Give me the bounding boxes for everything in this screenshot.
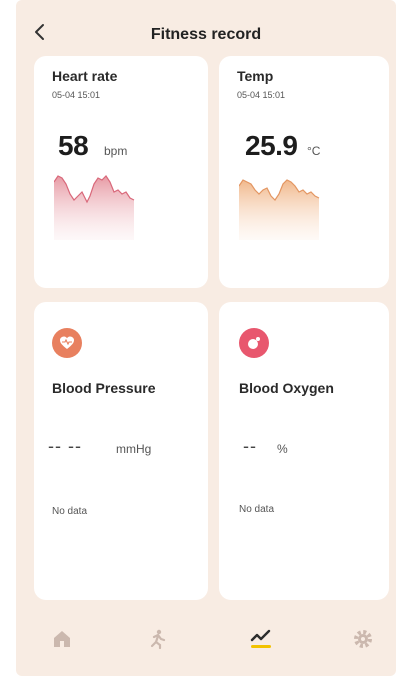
blood-pressure-unit: mmHg (116, 442, 152, 456)
blood-pressure-icon (52, 328, 82, 358)
temp-value: 25.9 (245, 130, 298, 161)
blood-pressure-title: Blood Pressure (52, 380, 156, 396)
nav-settings[interactable] (346, 622, 380, 656)
blood-oxygen-unit: % (277, 442, 288, 456)
home-icon (54, 631, 70, 647)
heart-rate-card[interactable]: Heart rate 05-04 15:01 58 bpm (34, 56, 208, 288)
heart-rate-value: 58 (58, 130, 89, 161)
temp-time: 05-04 15:01 (237, 90, 286, 100)
activity-icon (150, 629, 166, 650)
settings-icon (354, 630, 372, 648)
heart-rate-title: Heart rate (52, 68, 118, 84)
page-title: Fitness record (150, 26, 262, 43)
blood-oxygen-title: Blood Oxygen (239, 380, 334, 396)
heart-rate-time: 05-04 15:01 (52, 90, 101, 100)
header: Fitness record (16, 0, 396, 62)
temp-card[interactable]: Temp 05-04 15:01 25.9 °C (219, 56, 389, 288)
bottom-nav (16, 608, 396, 668)
blood-oxygen-status: No data (239, 504, 275, 515)
blood-oxygen-card[interactable]: Blood Oxygen -- % No data (219, 302, 389, 600)
nav-activity[interactable] (140, 622, 174, 656)
nav-records[interactable] (244, 622, 278, 656)
blood-pressure-value: -- -- (48, 436, 82, 456)
blood-oxygen-value: -- (243, 436, 257, 456)
blood-pressure-card[interactable]: Blood Pressure -- -- mmHg No data (34, 302, 208, 600)
heart-rate-sparkline (54, 175, 135, 240)
blood-oxygen-icon (239, 328, 269, 358)
heart-rate-unit: bpm (104, 144, 128, 158)
nav-home[interactable] (45, 622, 79, 656)
app-screen: Fitness record Heart rate 05-04 15:01 58… (16, 0, 396, 676)
records-icon (250, 629, 271, 648)
temp-title: Temp (237, 68, 274, 84)
blood-pressure-status: No data (52, 506, 88, 517)
temp-sparkline (239, 179, 320, 240)
temp-unit: °C (307, 144, 321, 158)
